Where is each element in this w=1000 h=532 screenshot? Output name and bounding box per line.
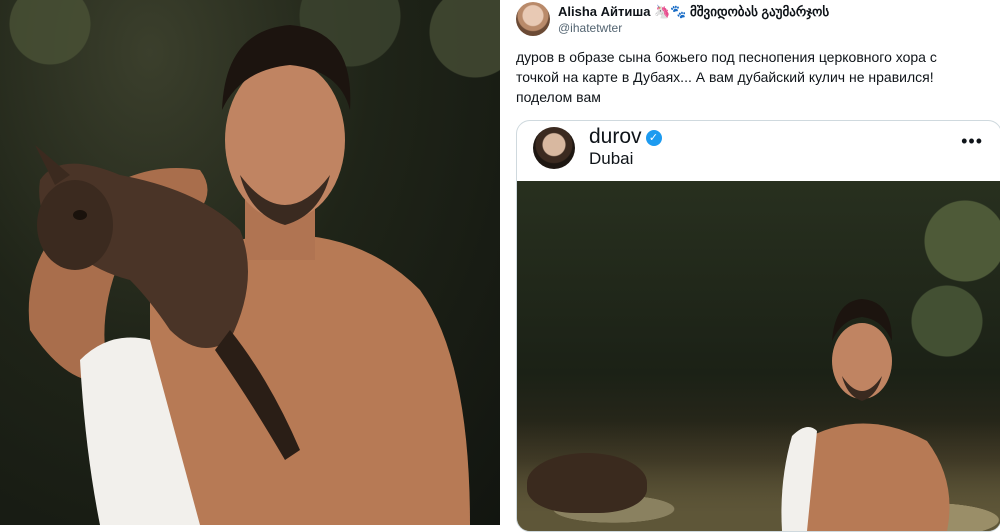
embedded-post-location[interactable]: Dubai <box>589 149 633 169</box>
embedded-post-card[interactable]: durov ✓ Dubai ••• <box>516 120 1000 532</box>
tweet-text: дуров в образе сына божьего под песнопен… <box>516 47 986 107</box>
tweet-text-line: дуров в образе сына божьего под песнопен… <box>516 49 937 65</box>
photo-figure <box>781 299 950 531</box>
divider <box>500 0 508 525</box>
tweet: Alisha Айтиша 🦄🐾 მშვიდობას გაუმარჯოს @ih… <box>508 0 1000 532</box>
tweet-text-line: поделом вам <box>516 89 601 105</box>
tweet-text-line: точкой на карте в Дубаях... А вам дубайс… <box>516 69 934 85</box>
embedded-post-avatar[interactable] <box>533 127 575 169</box>
author-name[interactable]: Alisha Айтиша 🦄🐾 მშვიდობას გაუმარჯოს <box>558 4 829 20</box>
embedded-post-username-row: durov ✓ <box>589 125 662 149</box>
left-photo <box>0 0 500 525</box>
portrait-figure <box>28 25 470 525</box>
more-options-icon[interactable]: ••• <box>961 131 983 152</box>
author-avatar[interactable] <box>516 2 550 36</box>
author-handle[interactable]: @ihatetwter <box>558 21 622 35</box>
embedded-post-username[interactable]: durov <box>589 125 642 148</box>
verified-badge-icon: ✓ <box>645 130 662 146</box>
tweet-header: Alisha Айтиша 🦄🐾 მშვიდობას გაუმარჯოს @ih… <box>516 2 996 36</box>
embedded-post-photo[interactable] <box>517 181 1000 531</box>
